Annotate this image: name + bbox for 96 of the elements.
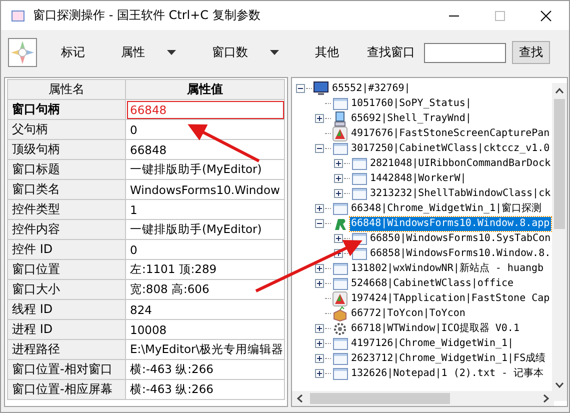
column-header: 属性值 <box>126 80 284 100</box>
tree-item[interactable]: 1442848|WorkerW| <box>369 172 468 186</box>
collapse-icon[interactable] <box>315 219 324 228</box>
property-name: 父句柄 <box>8 120 126 140</box>
expand-icon[interactable] <box>315 369 324 378</box>
property-name: 进程 ID <box>8 320 126 340</box>
app-icon <box>332 126 348 142</box>
toolbar-button[interactable]: 其他 <box>315 40 339 65</box>
property-value: 左:1101 顶:289 <box>126 260 284 280</box>
tree-item[interactable]: 66850|WindowsForms10.SysTabCon <box>369 232 552 246</box>
window-icon <box>332 336 348 352</box>
gear-icon <box>332 320 348 336</box>
expand-icon[interactable] <box>334 174 343 183</box>
expand-icon[interactable] <box>315 204 324 213</box>
window-icon <box>351 170 367 186</box>
tree-item[interactable]: 3017250|CabinetWClass|cktccz_v1.0 <box>350 142 551 156</box>
search-field[interactable] <box>424 42 506 62</box>
tree-item[interactable]: 197424|TApplication|FastStone Cap <box>350 292 551 306</box>
tree-item[interactable]: 65552|#32769| <box>331 82 412 96</box>
monitor-icon <box>313 80 329 96</box>
expand-icon[interactable] <box>315 354 324 363</box>
property-name: 窗口大小 <box>8 280 126 300</box>
property-value: 宽:808 高:606 <box>126 280 284 300</box>
property-name: 控件内容 <box>8 220 126 240</box>
window-title: 窗口探测操作 - 国王软件 Ctrl+C 复制参数 <box>33 7 262 24</box>
window-icon <box>332 140 348 156</box>
tree-item[interactable]: 2821048|UIRibbonCommandBarDock <box>369 156 552 170</box>
app-icon <box>11 10 25 22</box>
window-icon <box>332 276 348 292</box>
property-name: 窗口类名 <box>8 180 126 200</box>
property-value: 0 <box>126 120 284 140</box>
tree-item[interactable]: 66858|WindowsForms10.Window.8. <box>369 246 552 260</box>
compass-icon[interactable] <box>8 38 37 67</box>
property-value: 66848 <box>126 140 284 160</box>
window-icon <box>351 186 367 202</box>
property-name: 控件 ID <box>8 240 126 260</box>
horizontal-scrollbar[interactable] <box>292 391 554 406</box>
tree-item[interactable]: 66772|ToYcon|ToYcon <box>350 306 466 320</box>
expand-icon[interactable] <box>315 279 324 288</box>
window-icon <box>351 246 367 262</box>
toolbar-button[interactable]: 窗口数 <box>212 40 279 65</box>
property-value: 1 <box>126 200 284 220</box>
tree-item[interactable]: 131802|wxWindowNR|新站点 - huangb <box>350 262 545 276</box>
window-icon <box>332 366 348 382</box>
property-value: 横:-463 纵:266 <box>126 380 284 400</box>
property-value: E:\MyEditor\极光专用编辑器 <box>126 340 284 360</box>
collapse-icon[interactable] <box>296 84 305 93</box>
window-icon <box>332 350 348 366</box>
property-name: 窗口位置-相对窗口 <box>8 360 126 380</box>
tree-item[interactable]: 2623712|Chrome_WidgetWin_1|FS成绩 <box>350 352 547 366</box>
property-name: 窗口位置-相应屏幕 <box>8 380 126 400</box>
property-name: 窗口位置 <box>8 260 126 280</box>
property-value: 横:-463 纵:266 <box>126 360 284 380</box>
window-icon <box>332 96 348 112</box>
tree-item[interactable]: 4917676|FastStoneScreenCapturePan <box>350 126 551 140</box>
property-value: 10008 <box>126 320 284 340</box>
tree-item[interactable]: 66848|WindowsForms10.Window.8.app <box>350 216 551 230</box>
search-button[interactable]: 查找 <box>512 41 550 64</box>
tree-item[interactable]: 4197126|Chrome_WidgetWin_1| <box>350 336 515 350</box>
toolbar-button[interactable]: 属性 <box>121 40 176 65</box>
expand-icon[interactable] <box>315 324 324 333</box>
tree-item[interactable]: 1051760|SoPY_Status| <box>350 96 472 110</box>
expand-icon[interactable] <box>315 114 324 123</box>
tree-item[interactable]: 132626|Notepad|1 (2).txt - 记事本 <box>350 366 545 380</box>
expand-icon[interactable] <box>334 159 343 168</box>
tree-item[interactable]: 66718|WTWindow|ICO提取器 V0.1 <box>350 322 520 336</box>
expand-icon[interactable] <box>334 234 343 243</box>
tree-item[interactable]: 3213232|ShellTabWindowClass|ck <box>369 186 552 200</box>
expand-icon[interactable] <box>315 339 324 348</box>
property-name: 窗口句柄 <box>8 100 126 120</box>
tree-item[interactable]: 66348|Chrome_WidgetWin_1|窗口探测 <box>350 202 543 216</box>
property-value: 一键排版助手(MyEditor) <box>126 160 284 180</box>
property-name: 线程 ID <box>8 300 126 320</box>
toolbar-button[interactable]: 标记 <box>61 40 85 65</box>
collapse-icon[interactable] <box>315 144 324 153</box>
property-value: WindowsForms10.Window <box>126 180 284 200</box>
computer-icon <box>332 110 348 126</box>
window-icon <box>332 200 348 216</box>
property-value: 一键排版助手(MyEditor) <box>126 220 284 240</box>
property-name: 顶级句柄 <box>8 140 126 160</box>
package-icon <box>332 306 348 322</box>
property-name: 控件类型 <box>8 200 126 220</box>
property-value: 66848 <box>126 100 284 120</box>
column-header: 属性名 <box>8 80 126 100</box>
search-label: 查找窗口 <box>367 44 415 61</box>
property-name: 进程路径 <box>8 340 126 360</box>
property-value: 0 <box>126 240 284 260</box>
expand-icon[interactable] <box>315 264 324 273</box>
tree-item[interactable]: 65692|Shell_TrayWnd| <box>350 112 472 126</box>
window-icon <box>351 156 367 172</box>
app-icon <box>332 290 348 306</box>
tree-item[interactable]: 524668|CabinetWClass|office <box>350 276 515 290</box>
window-icon <box>332 260 348 276</box>
property-name: 窗口标题 <box>8 160 126 180</box>
property-value: 824 <box>126 300 284 320</box>
expand-icon[interactable] <box>334 189 343 198</box>
